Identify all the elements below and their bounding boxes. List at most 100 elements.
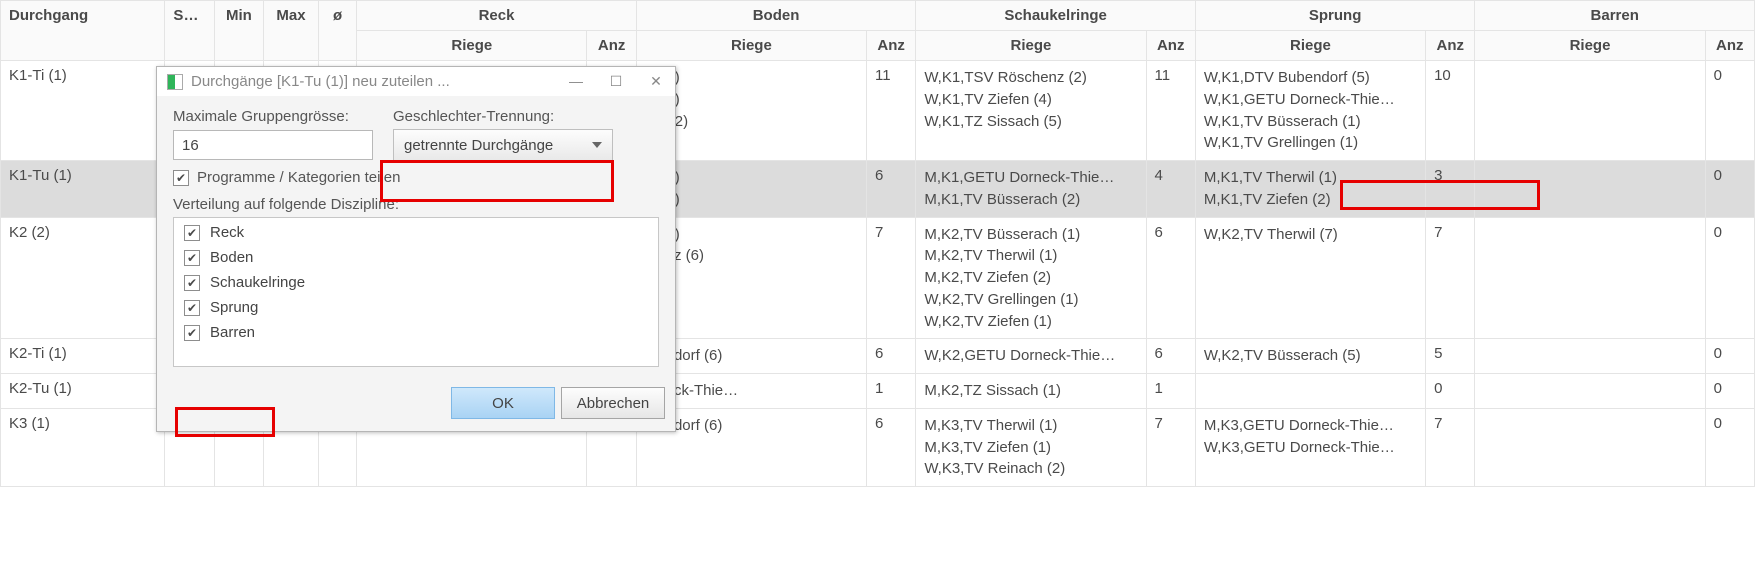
col-anz[interactable]: Anz: [1146, 31, 1195, 61]
discipline-label: Reck: [210, 224, 244, 241]
cell: K2 (2): [1, 217, 165, 339]
riege-cell: W,K2,GETU Dorneck-Thie…: [916, 339, 1146, 374]
maximize-icon[interactable]: ☐: [607, 73, 625, 90]
max-group-input[interactable]: [173, 130, 373, 160]
discipline-item[interactable]: Barren: [174, 320, 658, 345]
cell: 0: [1705, 374, 1754, 409]
col-avg[interactable]: ø: [318, 1, 356, 61]
dialog-title-bar[interactable]: Durchgänge [K1-Tu (1)] neu zuteilen ... …: [157, 67, 675, 96]
riege-cell: [1475, 339, 1705, 374]
cell: K2-Ti (1): [1, 339, 165, 374]
col-group-sprung[interactable]: Sprung: [1195, 1, 1475, 31]
cell: 0: [1705, 217, 1754, 339]
window-icon: [167, 74, 183, 90]
riege-cell: [1475, 161, 1705, 218]
col-anz[interactable]: Anz: [587, 31, 636, 61]
discipline-checkbox[interactable]: [184, 250, 200, 266]
cell: 0: [1426, 374, 1475, 409]
riege-cell: [1475, 374, 1705, 409]
discipline-label: Schaukelringe: [210, 274, 305, 291]
col-min[interactable]: Min: [214, 1, 263, 61]
cell: 7: [866, 217, 915, 339]
col-riege[interactable]: Riege: [636, 31, 866, 61]
col-max[interactable]: Max: [264, 1, 319, 61]
discipline-checkbox[interactable]: [184, 300, 200, 316]
discipline-label: Barren: [210, 324, 255, 341]
col-riege[interactable]: Riege: [1195, 31, 1425, 61]
close-icon[interactable]: ✕: [647, 73, 665, 90]
dialog-title: Durchgänge [K1-Tu (1)] neu zuteilen ...: [191, 73, 559, 90]
cell: 6: [1146, 217, 1195, 339]
riege-cell: W,K1,TSV Röschenz (2)W,K1,TV Ziefen (4)W…: [916, 61, 1146, 161]
gender-separation-combo[interactable]: getrennte Durchgänge: [393, 129, 613, 161]
riege-cell: W,K2,TV Therwil (7): [1195, 217, 1425, 339]
riege-cell: M,K1,TV Therwil (1)M,K1,TV Ziefen (2): [1195, 161, 1425, 218]
discipline-label: Sprung: [210, 299, 258, 316]
riege-cell: [1475, 408, 1705, 486]
discipline-label: Boden: [210, 249, 253, 266]
col-anz[interactable]: Anz: [1426, 31, 1475, 61]
col-group-boden[interactable]: Boden: [636, 1, 916, 31]
col-riege[interactable]: Riege: [916, 31, 1146, 61]
discipline-checkbox[interactable]: [184, 225, 200, 241]
cell: 3: [1426, 161, 1475, 218]
col-durchgang[interactable]: Durchgang: [1, 1, 165, 61]
riege-cell: [1195, 374, 1425, 409]
cell: 1: [1146, 374, 1195, 409]
cell: 6: [1146, 339, 1195, 374]
riege-cell: M,K2,TV Büsserach (1)M,K2,TV Therwil (1)…: [916, 217, 1146, 339]
cell: 6: [866, 339, 915, 374]
discipline-checkbox[interactable]: [184, 275, 200, 291]
riege-cell: W,K1,DTV Bubendorf (5)W,K1,GETU Dorneck-…: [1195, 61, 1425, 161]
cell: 11: [1146, 61, 1195, 161]
col-sum[interactable]: Sum: [165, 1, 214, 61]
chevron-down-icon: [592, 142, 602, 148]
riege-cell: M,K3,TV Therwil (1)M,K3,TV Ziefen (1)W,K…: [916, 408, 1146, 486]
col-riege[interactable]: Riege: [357, 31, 587, 61]
discipline-item[interactable]: Sprung: [174, 295, 658, 320]
col-group-ringe[interactable]: Schaukelringe: [916, 1, 1196, 31]
reassign-dialog: Durchgänge [K1-Tu (1)] neu zuteilen ... …: [156, 66, 676, 432]
col-anz[interactable]: Anz: [1705, 31, 1754, 61]
cell: 5: [1426, 339, 1475, 374]
cell: 6: [866, 161, 915, 218]
cancel-button[interactable]: Abbrechen: [561, 387, 665, 419]
riege-cell: W,K2,TV Büsserach (5): [1195, 339, 1425, 374]
col-riege[interactable]: Riege: [1475, 31, 1705, 61]
discipline-item[interactable]: Reck: [174, 220, 658, 245]
cell: K2-Tu (1): [1, 374, 165, 409]
cell: K1-Tu (1): [1, 161, 165, 218]
cell: 0: [1705, 408, 1754, 486]
cell: 4: [1146, 161, 1195, 218]
split-programs-label: Programme / Kategorien teilen: [197, 169, 400, 186]
minimize-icon[interactable]: —: [567, 73, 585, 90]
cell: 10: [1426, 61, 1475, 161]
discipline-item[interactable]: Schaukelringe: [174, 270, 658, 295]
riege-cell: M,K3,GETU Dorneck-Thie…W,K3,GETU Dorneck…: [1195, 408, 1425, 486]
discipline-listbox[interactable]: Reck Boden Schaukelringe Sprung Barren: [173, 217, 659, 367]
gender-combo-value: getrennte Durchgänge: [404, 137, 553, 154]
col-group-reck[interactable]: Reck: [357, 1, 637, 31]
gender-label: Geschlechter-Trennung:: [393, 108, 554, 125]
ok-button[interactable]: OK: [451, 387, 555, 419]
cell: 7: [1146, 408, 1195, 486]
discipline-item[interactable]: Boden: [174, 245, 658, 270]
max-group-label: Maximale Gruppengrösse:: [173, 108, 373, 125]
cell: 7: [1426, 217, 1475, 339]
cell: 0: [1705, 161, 1754, 218]
cell: 7: [1426, 408, 1475, 486]
cell: 6: [866, 408, 915, 486]
riege-cell: [1475, 217, 1705, 339]
riege-cell: [1475, 61, 1705, 161]
distribution-label: Verteilung auf folgende Diszipline:: [173, 196, 659, 213]
cell: 11: [866, 61, 915, 161]
col-anz[interactable]: Anz: [866, 31, 915, 61]
col-group-barren[interactable]: Barren: [1475, 1, 1755, 31]
riege-cell: M,K1,GETU Dorneck-Thie…M,K1,TV Büsserach…: [916, 161, 1146, 218]
cell: K1-Ti (1): [1, 61, 165, 161]
riege-cell: M,K2,TZ Sissach (1): [916, 374, 1146, 409]
cell: 1: [866, 374, 915, 409]
discipline-checkbox[interactable]: [184, 325, 200, 341]
cell: 0: [1705, 339, 1754, 374]
split-programs-checkbox[interactable]: [173, 170, 189, 186]
